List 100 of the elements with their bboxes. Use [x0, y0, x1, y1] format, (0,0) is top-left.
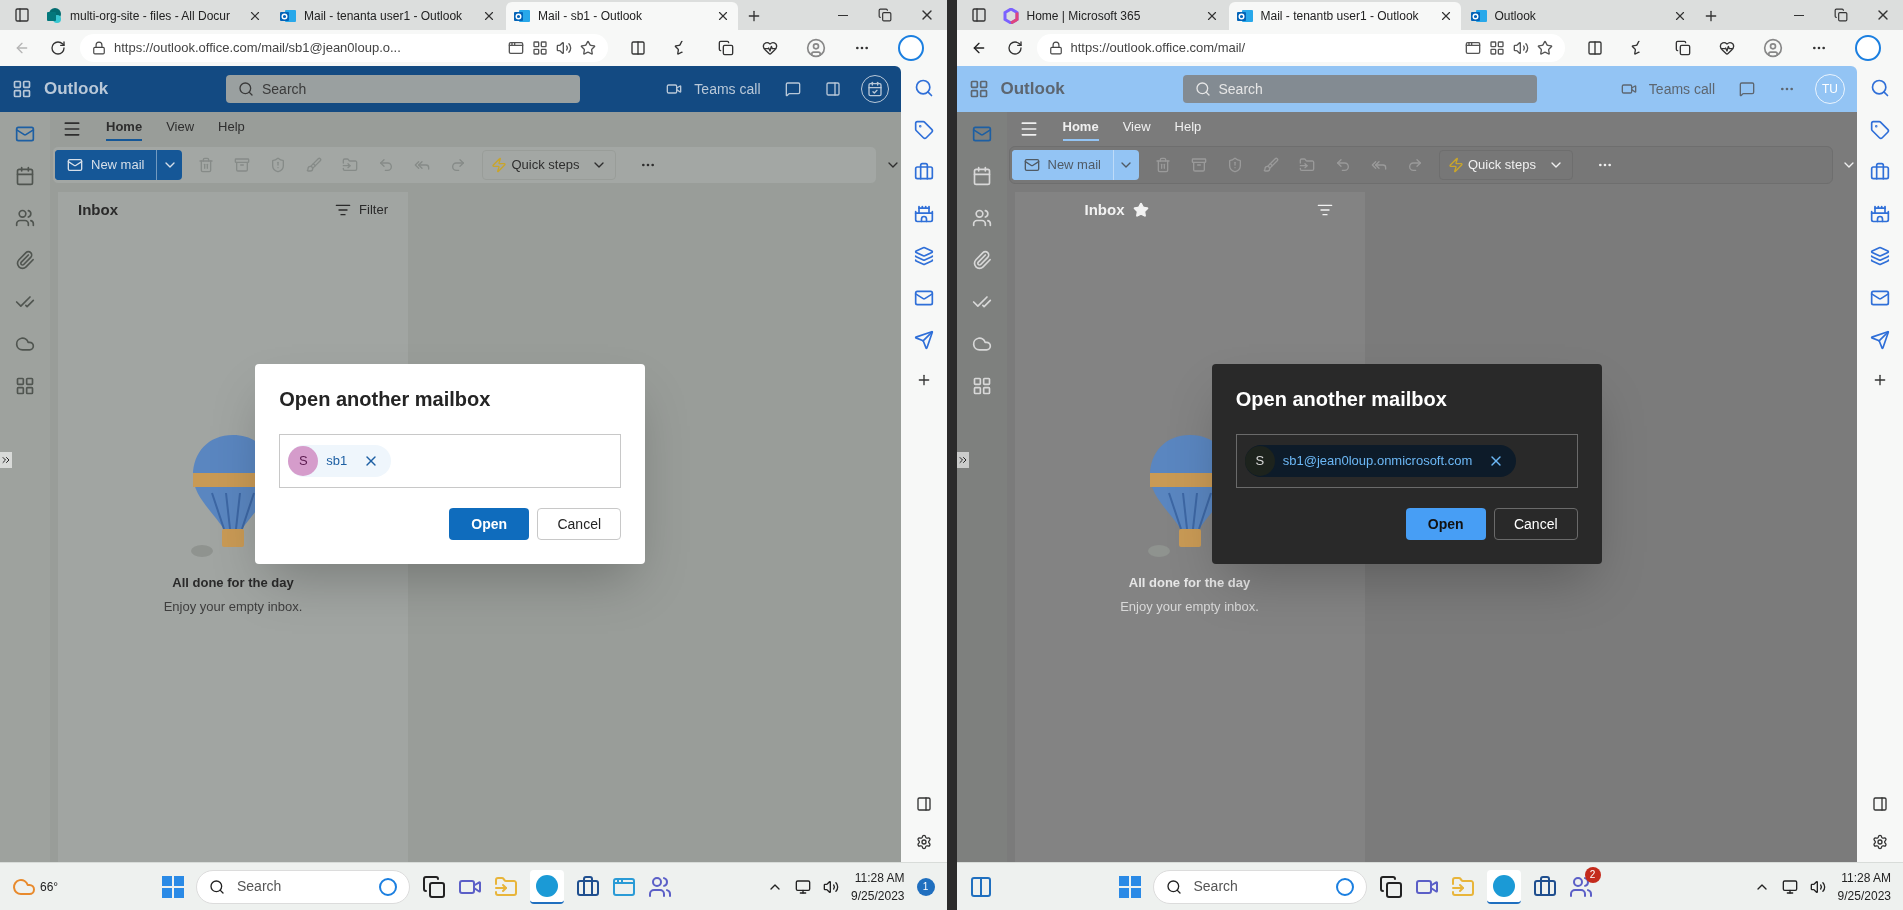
taskbar-search[interactable]: Search: [1152, 869, 1367, 904]
browser-tab[interactable]: Mail - sb1 - Outlook: [506, 2, 738, 30]
paperclip-icon[interactable]: [15, 250, 35, 270]
task-view-icon[interactable]: [422, 874, 446, 899]
browser-tab[interactable]: multi-org-site - files - All Docur: [38, 2, 270, 30]
search-icon[interactable]: [913, 78, 934, 98]
ribbon-tab[interactable]: Help: [218, 117, 245, 141]
app-launcher-icon[interactable]: [12, 79, 32, 99]
quick-steps-button[interactable]: Quick steps: [482, 150, 617, 180]
taskbar-search[interactable]: Search: [196, 869, 410, 904]
settings-icon[interactable]: [915, 834, 932, 850]
search-icon[interactable]: [1870, 78, 1890, 98]
close-icon[interactable]: [248, 9, 262, 23]
ribbon-tab[interactable]: Home: [1062, 117, 1099, 141]
recipient-chip[interactable]: S sb1: [288, 445, 392, 477]
teams-call-button[interactable]: Teams call: [694, 78, 761, 100]
send-icon[interactable]: [913, 330, 934, 350]
calendar-icon[interactable]: [971, 166, 992, 186]
settings-icon[interactable]: [1872, 834, 1888, 850]
browser-tab[interactable]: Mail - tenanta user1 - Outlook: [272, 2, 504, 30]
dialog-title: Open another mailbox: [279, 387, 492, 412]
network-icon[interactable]: [1781, 878, 1798, 895]
address-bar[interactable]: https://outlook.office.com/mail/: [1036, 34, 1565, 62]
app-launcher-icon[interactable]: [968, 79, 989, 99]
people-icon[interactable]: [971, 208, 992, 228]
split-screen-icon[interactable]: [1586, 40, 1603, 56]
open-button[interactable]: Open: [449, 508, 530, 540]
profile-icon[interactable]: [1762, 38, 1783, 58]
app-icon[interactable]: [1464, 40, 1481, 56]
toolbox-icon[interactable]: [1870, 162, 1890, 182]
mailbox-field[interactable]: S sb1@jean0loup.onmicrosoft.com: [1235, 434, 1578, 488]
ribbon-tab[interactable]: View: [166, 117, 195, 141]
people-icon[interactable]: [15, 208, 35, 228]
plus-icon[interactable]: [1872, 372, 1888, 388]
filter-button[interactable]: Filter: [335, 200, 388, 220]
favorite-star-icon[interactable]: [580, 40, 596, 56]
mail-icon[interactable]: [1870, 288, 1890, 308]
apps-icon[interactable]: [971, 376, 992, 396]
notification-count[interactable]: 1: [916, 877, 935, 896]
read-aloud-icon[interactable]: [556, 40, 572, 56]
health-icon[interactable]: [1718, 40, 1735, 56]
chess-piece-icon[interactable]: [1870, 204, 1890, 224]
ribbon-tab[interactable]: Help: [1174, 117, 1202, 141]
cloud-icon[interactable]: [971, 334, 992, 354]
apps-icon[interactable]: [15, 376, 35, 396]
expand-icon[interactable]: [956, 452, 969, 468]
mail-icon[interactable]: [15, 124, 35, 144]
mailbox-field[interactable]: S sb1: [279, 434, 622, 488]
filter-icon[interactable]: [1316, 202, 1333, 218]
volume-icon[interactable]: [1809, 878, 1826, 895]
profile-icon[interactable]: [806, 38, 827, 58]
panel-icon[interactable]: [1872, 796, 1888, 812]
search-field[interactable]: Search: [226, 75, 580, 103]
panel-icon[interactable]: [915, 796, 932, 812]
chat-icon[interactable]: [1739, 81, 1755, 97]
ribbon-tab[interactable]: View: [1122, 117, 1151, 141]
ribbon-tab[interactable]: Home: [106, 117, 143, 141]
cancel-button[interactable]: Cancel: [1493, 508, 1578, 540]
toolbox-icon[interactable]: [913, 162, 934, 182]
send-icon[interactable]: [1870, 330, 1890, 350]
cloud-icon[interactable]: [15, 334, 35, 354]
app-icon[interactable]: [508, 40, 524, 56]
menu-icon[interactable]: [62, 119, 82, 139]
extensions-icon[interactable]: [1488, 40, 1505, 56]
browser-tab[interactable]: Mail - tenantb user1 - Outlook: [1228, 2, 1461, 30]
chess-piece-icon[interactable]: [913, 204, 934, 224]
tag-icon[interactable]: [1870, 120, 1890, 140]
start-icon[interactable]: [1118, 875, 1141, 898]
health-icon[interactable]: [762, 40, 779, 56]
tag-icon[interactable]: [913, 120, 934, 140]
collections-icon[interactable]: [1674, 40, 1691, 56]
network-icon[interactable]: [795, 878, 812, 895]
read-aloud-icon[interactable]: [1512, 40, 1529, 56]
recipient-chip[interactable]: S sb1@jean0loup.onmicrosoft.com: [1244, 445, 1517, 477]
cancel-button[interactable]: Cancel: [537, 508, 622, 540]
paperclip-icon[interactable]: [971, 250, 992, 270]
favorite-star-icon[interactable]: [1536, 40, 1553, 56]
mail-icon[interactable]: [913, 288, 934, 308]
start-icon[interactable]: [162, 875, 184, 898]
tab-title: multi-org-site - files - All Docur: [70, 8, 232, 25]
collections-icon[interactable]: [718, 40, 735, 56]
open-button[interactable]: Open: [1405, 508, 1486, 540]
close-icon[interactable]: [716, 9, 730, 23]
star-icon[interactable]: [1132, 202, 1149, 218]
extensions-icon[interactable]: [532, 40, 548, 56]
chat-icon[interactable]: [784, 81, 801, 97]
calendar-icon[interactable]: [15, 166, 35, 186]
close-icon[interactable]: [482, 9, 496, 23]
browser-tab[interactable]: Home | Microsoft 365: [994, 2, 1227, 30]
expand-icon[interactable]: [0, 452, 12, 468]
volume-icon[interactable]: [823, 878, 840, 895]
folder-title: Inbox: [1084, 199, 1125, 220]
empty-subtitle: Enjoy your empty inbox.: [1120, 597, 1259, 616]
task-view-icon[interactable]: [1378, 874, 1403, 899]
quick-steps-button[interactable]: Quick steps: [1438, 150, 1573, 180]
split-screen-icon[interactable]: [630, 40, 647, 56]
tab-title: Mail - sb1 - Outlook: [538, 8, 644, 25]
address-bar[interactable]: https://outlook.office.com/mail/sb1@jean0loup.o...: [80, 34, 608, 62]
teams-call-button[interactable]: Teams call: [1648, 78, 1715, 100]
browser-tab[interactable]: Outlook: [1462, 2, 1695, 30]
